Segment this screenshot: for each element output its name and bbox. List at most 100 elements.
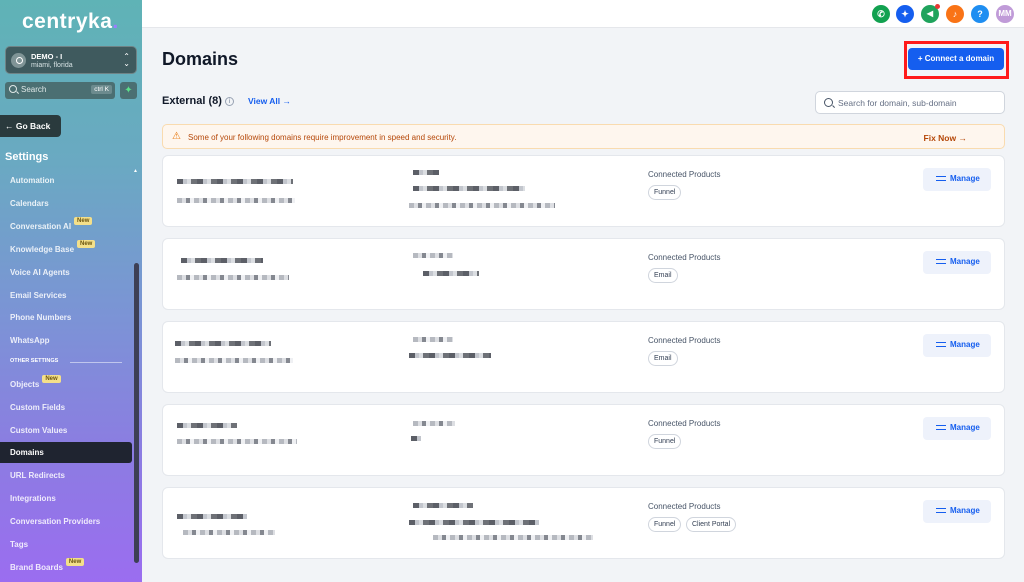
- account-switcher[interactable]: DEMO - I miami, florida ⌃ ⌄: [5, 46, 137, 74]
- sidebar-item-objects[interactable]: ObjectsNew: [0, 374, 132, 395]
- sidebar-scrollbar[interactable]: ▲: [133, 168, 140, 578]
- redacted-record: [409, 353, 491, 358]
- sliders-icon: [936, 507, 946, 514]
- sidebar-item-label: Custom Fields: [10, 403, 66, 412]
- sidebar-item-url-redirects[interactable]: URL Redirects: [0, 465, 132, 486]
- view-all-link[interactable]: View All →: [248, 96, 291, 106]
- sidebar-item-integrations[interactable]: Integrations: [0, 488, 132, 509]
- fix-now-label: Fix Now: [923, 133, 957, 143]
- sidebar-item-label: Custom Values: [10, 426, 68, 435]
- redacted-record: [413, 170, 439, 175]
- notification-dot: [935, 4, 940, 9]
- sidebar-search[interactable]: Search ctrl K: [5, 82, 115, 99]
- sidebar-item-phone-numbers[interactable]: Phone Numbers: [0, 307, 132, 328]
- sidebar-item-label: Voice AI Agents: [10, 268, 70, 277]
- sidebar-item-domains[interactable]: Domains: [0, 442, 132, 463]
- manage-label: Manage: [950, 257, 980, 266]
- sidebar-item-label: Tags: [10, 540, 29, 549]
- bell-icon[interactable]: ♪: [946, 5, 964, 23]
- sidebar-item-label: WhatsApp: [10, 336, 50, 345]
- sidebar-item-label: Brand Boards: [10, 563, 63, 572]
- search-icon: [824, 98, 833, 107]
- sidebar-item-label: Conversation AI: [10, 222, 72, 231]
- redacted-record: [413, 253, 453, 258]
- sidebar-item-custom-values[interactable]: Custom Values: [0, 420, 132, 441]
- warning-icon: ⚠: [172, 131, 181, 142]
- search-icon: [9, 85, 17, 93]
- account-icon: [11, 53, 26, 68]
- product-chip: Client Portal: [686, 517, 737, 532]
- scroll-up-icon[interactable]: ▲: [133, 168, 138, 174]
- domain-search-input[interactable]: Search for domain, sub-domain: [815, 91, 1005, 114]
- manage-button[interactable]: Manage: [923, 168, 991, 191]
- shortcut-badge: ctrl K: [91, 85, 112, 94]
- sidebar-item-custom-fields[interactable]: Custom Fields: [0, 397, 132, 418]
- sliders-icon: [936, 424, 946, 431]
- sidebar-item-automation[interactable]: Automation: [0, 170, 132, 191]
- redacted-record: [413, 337, 453, 342]
- logo-text: centryka: [22, 10, 113, 33]
- connect-domain-button[interactable]: + Connect a domain: [908, 48, 1004, 70]
- sliders-icon: [936, 258, 946, 265]
- sidebar-item-whatsapp[interactable]: WhatsApp: [0, 330, 132, 351]
- sidebar-item-conversation-ai[interactable]: Conversation AINew: [0, 216, 132, 237]
- connected-products-label: Connected Products: [648, 502, 721, 511]
- sidebar-item-knowledge-base[interactable]: Knowledge BaseNew: [0, 239, 132, 260]
- external-domains-title: External (8) i: [162, 95, 234, 107]
- product-chip: Funnel: [648, 434, 682, 449]
- manage-button[interactable]: Manage: [923, 417, 991, 440]
- sidebar-item-email-services[interactable]: Email Services: [0, 285, 132, 306]
- sidebar-item-voice-ai-agents[interactable]: Voice AI Agents: [0, 262, 132, 283]
- redacted-domain: [181, 258, 263, 263]
- redacted-domain-detail: [177, 198, 295, 203]
- redacted-record: [433, 535, 593, 540]
- connected-products-label: Connected Products: [648, 336, 721, 345]
- new-badge: New: [42, 375, 61, 383]
- quick-action-icon[interactable]: ✦: [120, 82, 137, 99]
- domain-card: Connected Products Funnel Client Portal …: [162, 487, 1005, 559]
- help-icon[interactable]: ?: [971, 5, 989, 23]
- go-back-button[interactable]: ← Go Back: [0, 115, 61, 137]
- app-logo[interactable]: centryka.: [22, 10, 119, 34]
- new-badge: New: [74, 217, 93, 225]
- other-settings-label: OTHER SETTINGS: [10, 358, 59, 364]
- fix-now-link[interactable]: Fix Now →: [924, 133, 967, 143]
- sidebar-item-conversation-providers[interactable]: Conversation Providers: [0, 511, 132, 532]
- redacted-domain-detail: [177, 439, 297, 444]
- sidebar-item-calendars[interactable]: Calendars: [0, 193, 132, 214]
- redacted-record: [413, 421, 455, 426]
- product-chip: Funnel: [648, 517, 682, 532]
- redacted-record: [409, 520, 539, 525]
- sliders-icon: [936, 341, 946, 348]
- sidebar-item-brand-boards[interactable]: Brand BoardsNew: [0, 557, 132, 578]
- scrollbar-thumb[interactable]: [134, 263, 139, 563]
- sidebar-item-label: Email Services: [10, 291, 67, 300]
- search-placeholder: Search: [21, 85, 47, 94]
- view-all-label: View All: [248, 96, 281, 106]
- manage-label: Manage: [950, 340, 980, 349]
- redacted-record: [409, 203, 555, 208]
- redacted-domain: [177, 514, 247, 519]
- redacted-record: [413, 503, 473, 508]
- divider: [70, 362, 122, 363]
- megaphone-icon[interactable]: ◀: [921, 4, 940, 23]
- manage-button[interactable]: Manage: [923, 334, 991, 357]
- domain-card: Connected Products Email Manage: [162, 238, 1005, 310]
- sidebar-item-tags[interactable]: Tags: [0, 534, 132, 555]
- manage-button[interactable]: Manage: [923, 500, 991, 523]
- user-avatar[interactable]: MM: [996, 5, 1014, 23]
- warning-message: Some of your following domains require i…: [188, 133, 457, 142]
- info-icon[interactable]: i: [224, 97, 234, 106]
- domain-card: Connected Products Funnel Manage: [162, 404, 1005, 476]
- redacted-domain-detail: [177, 275, 289, 280]
- redacted-record: [423, 271, 479, 276]
- connected-products-label: Connected Products: [648, 419, 721, 428]
- product-chip: Funnel: [648, 185, 682, 200]
- manage-button[interactable]: Manage: [923, 251, 991, 274]
- account-location: miami, florida: [31, 62, 73, 69]
- settings-title: Settings: [5, 151, 49, 163]
- sidebar-item-label: Objects: [10, 380, 40, 389]
- phone-icon[interactable]: ✆: [872, 5, 890, 23]
- magic-icon[interactable]: ✦: [896, 5, 914, 23]
- sidebar-item-label: Automation: [10, 176, 55, 185]
